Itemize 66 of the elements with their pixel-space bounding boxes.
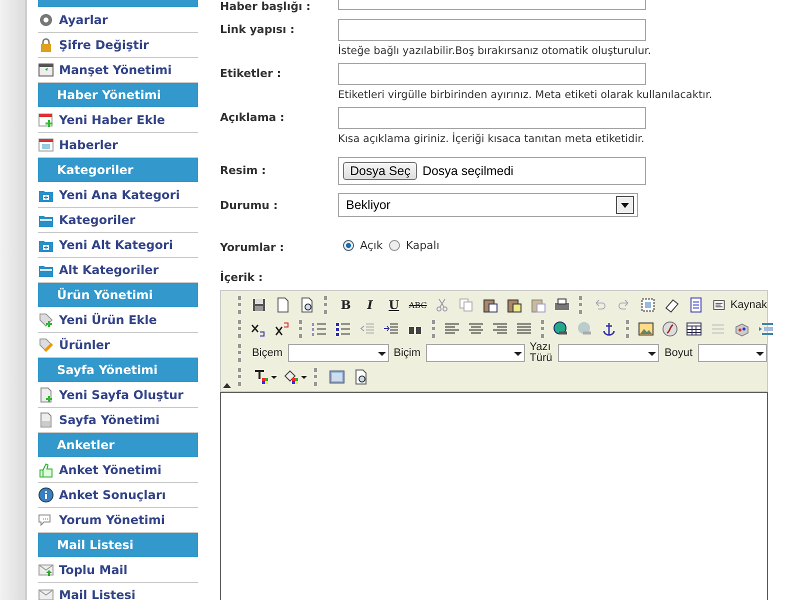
sidebar-section-header: Mail Listesi — [38, 533, 198, 558]
tag-pencil-icon — [38, 337, 54, 353]
sidebar-item[interactable]: Yeni Haber Ekle — [38, 108, 198, 133]
calendar-icon — [38, 137, 54, 153]
sidebar-section-header: Anketler — [38, 433, 198, 458]
sidebar-item[interactable]: Ayarlar — [38, 8, 198, 33]
caret-icon — [378, 352, 386, 356]
thumbs-up-icon — [38, 462, 54, 478]
sidebar-item[interactable]: Yeni Ürün Ekle — [38, 308, 198, 333]
combo-label: Biçem — [250, 347, 284, 359]
field-hint: Kısa açıklama giriniz. İçeriği kısaca tanıtan meta etiketidir. — [338, 133, 646, 145]
text-field[interactable] — [338, 63, 646, 85]
combo-label: Biçim — [392, 347, 422, 359]
tag-plus-icon — [38, 312, 54, 328]
gear-icon — [38, 12, 54, 28]
field-label: Açıklama : — [220, 110, 286, 126]
radio-option[interactable]: Kapalı — [388, 239, 440, 252]
sidebar-item[interactable]: Şifre Değiştir — [38, 33, 198, 58]
sidebar-section-header: Sayfa Yönetimi — [38, 358, 198, 383]
page-icon — [38, 412, 54, 428]
info-icon — [38, 487, 54, 503]
sidebar-item[interactable]: Anket Sonuçları — [38, 483, 198, 508]
combo-label: Yazı Türü — [528, 342, 554, 364]
field-label: Haber başlığı : — [220, 0, 312, 13]
combo-label: Boyut — [663, 347, 694, 359]
caret-icon — [648, 352, 656, 356]
caret-icon[interactable] — [301, 376, 307, 378]
format-button[interactable]: U — [384, 295, 404, 315]
text-field[interactable] — [338, 19, 646, 41]
sidebar-item[interactable]: Yeni Sayfa Oluştur — [38, 383, 198, 408]
field-label: Durumu : — [220, 198, 279, 214]
calendar-plus-icon — [38, 112, 54, 128]
caret-icon — [514, 352, 522, 356]
sidebar-item[interactable]: Yeni Ana Kategori — [38, 183, 198, 208]
field-label: İçerik : — [220, 270, 264, 284]
sidebar-section-header: Kategoriler — [38, 158, 198, 183]
field-hint: Etiketleri virgülle birbirinden ayırınız. Meta etiketi olarak kullanılacaktır. — [338, 89, 712, 101]
field-label: Resim : — [220, 163, 267, 179]
file-field[interactable]: Dosya Seç Dosya seçilmedi — [338, 157, 646, 185]
status-dropdown[interactable]: Bekliyor — [338, 193, 638, 217]
collapse-triangle-icon[interactable] — [223, 383, 231, 388]
text-field[interactable] — [338, 107, 646, 129]
format-button[interactable]: I — [360, 295, 380, 315]
flash-icon[interactable] — [660, 319, 680, 339]
choose-file-button[interactable]: Dosya Seç — [343, 162, 418, 180]
source-button[interactable]: Kaynak — [710, 295, 768, 315]
sidebar-item[interactable]: Mail Listesi — [38, 583, 198, 600]
field-label: Yorumlar : — [220, 240, 286, 256]
sidebar-section-header: Haber Yönetimi — [38, 83, 198, 108]
format-button[interactable]: B — [336, 295, 356, 315]
page-plus-icon — [38, 387, 54, 403]
sidebar-item[interactable]: Toplu Mail — [38, 558, 198, 583]
field-label: Link yapısı : — [220, 22, 296, 38]
caret-icon — [756, 352, 764, 356]
envelope-icon — [38, 587, 54, 600]
field-label: Etiketler : — [220, 66, 282, 82]
radio-option[interactable]: Açık — [343, 239, 383, 252]
format-button[interactable]: ABC — [408, 295, 428, 315]
sidebar-item[interactable]: Yeni Alt Kategori — [38, 233, 198, 258]
sidebar-section-header: Ürün Yönetimi — [38, 283, 198, 308]
caret-icon[interactable] — [271, 376, 277, 378]
file-status: Dosya seçilmedi — [422, 164, 514, 178]
field-hint: İsteğe bağlı yazılabilir.Boş bırakırsanız otomatik oluşturulur. — [338, 45, 652, 57]
padlock-icon — [38, 37, 54, 53]
sidebar-item[interactable]: Kategoriler — [38, 208, 198, 233]
sidebar-item[interactable]: Anket Yönetimi — [38, 458, 198, 483]
